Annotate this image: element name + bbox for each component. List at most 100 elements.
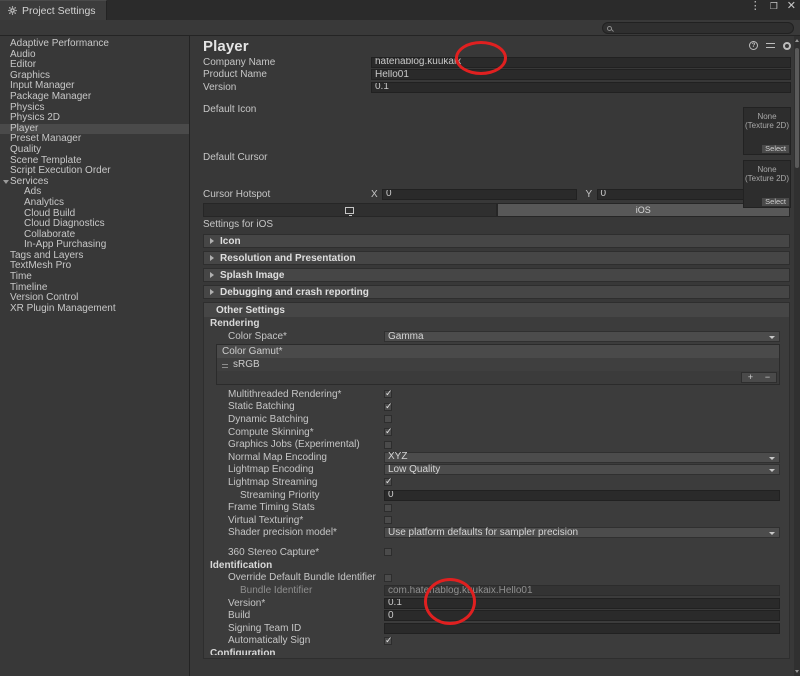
sidebar-item-adaptive-performance[interactable]: Adaptive Performance [0,38,189,50]
normal-map-encoding-dropdown[interactable]: XYZ [384,451,780,463]
chevron-right-icon [210,272,214,279]
default-cursor-label: Default Cursor [203,151,268,163]
identity-section: Company Name hatenablog.kuukaix Product … [191,56,800,208]
platform-tab-standalone[interactable] [203,203,497,218]
foldout-splash-image[interactable]: Splash Image [203,268,790,283]
panel-scrollbar[interactable] [794,36,800,676]
monitor-icon [345,206,355,217]
search-box[interactable] [602,22,794,34]
remove-button[interactable]: − [765,372,770,382]
sidebar-item-analytics[interactable]: Analytics [0,197,189,209]
default-cursor-row: Default Cursor [191,144,800,188]
automatically-sign-checkbox[interactable] [384,635,393,645]
color-gamut-add-remove[interactable]: + − [741,371,777,383]
cursor-hotspot-y-label: Y [585,188,593,200]
multithreaded-rendering-label: Multithreaded Rendering* [228,388,342,400]
360-stereo-capture-checkbox[interactable] [384,548,392,557]
build-input[interactable]: 0 [384,610,780,622]
settings-sidebar[interactable]: Adaptive Performance Audio Editor Graphics I… [0,36,190,676]
graphics-jobs-experimental-checkbox[interactable] [384,440,392,449]
product-name-row: Product Name Hello01 [191,69,800,82]
cursor-hotspot-x-input[interactable]: 0 [382,188,577,200]
panel-header-icons: ? [749,41,791,50]
close-icon[interactable]: ✕ [787,1,796,12]
add-button[interactable]: + [748,372,753,382]
default-icon-row: Default Icon [191,94,800,144]
signing-team-id-input[interactable] [384,622,780,634]
version-input[interactable]: 0.1 [371,81,791,93]
version-input[interactable]: 0.1 [384,597,780,609]
default-icon-object-field[interactable]: None (Texture 2D) Select [743,107,791,155]
color-gamut-label: Color Gamut* [217,344,779,358]
foldout-label: Resolution and Presentation [220,252,356,264]
frame-timing-stats-checkbox[interactable] [384,503,392,512]
frame-timing-stats-row: Frame Timing Stats [204,501,789,514]
chevron-right-icon [210,238,214,245]
color-gamut-item-label: sRGB [233,358,260,370]
bundle-identifier-input[interactable]: com.hatenablog.kuukaix.Hello01 [384,585,780,597]
default-icon-select-button[interactable]: Select [762,145,789,153]
automatically-sign-row: Automatically Sign [204,635,789,648]
color-space-dropdown[interactable]: Gamma [384,331,780,343]
streaming-priority-input[interactable]: 0 [384,489,780,501]
version-label: Version* [228,597,266,609]
object-none-line2: (Texture 2D) [744,121,789,130]
other-settings-header[interactable]: Other Settings [204,303,789,318]
multithreaded-rendering-row: Multithreaded Rendering* [204,388,789,401]
more-vertical-icon[interactable]: ⋮ [750,1,761,12]
foldout-debugging-and-crash-reporting[interactable]: Debugging and crash reporting [203,285,790,300]
version-row: Version* 0.1 [204,597,789,610]
chevron-down-icon[interactable] [3,179,9,184]
static-batching-row: Static Batching [204,401,789,414]
override-default-bundle-identifier-checkbox[interactable] [384,573,392,582]
default-cursor-object-field[interactable]: None (Texture 2D) Select [743,160,791,208]
product-name-input[interactable]: Hello01 [371,69,791,81]
window-controls: ⋮ ❐ ✕ [750,1,796,12]
foldout-label: Splash Image [220,269,285,281]
lightmap-encoding-dropdown[interactable]: Low Quality [384,464,780,476]
object-none-line1: None [757,165,777,174]
compute-skinning-label: Compute Skinning* [228,426,314,438]
lightmap-streaming-checkbox[interactable] [384,476,393,487]
default-cursor-select-button[interactable]: Select [762,198,789,206]
color-gamut-list[interactable]: Color Gamut* sRGB + − [216,343,780,385]
foldout-label: Icon [220,235,241,247]
drag-handle-icon[interactable] [222,363,228,365]
sidebar-list: Adaptive Performance Audio Editor Graphics I… [0,36,189,314]
default-icon-label: Default Icon [203,103,257,115]
search-icon [607,25,612,31]
lightmap-encoding-row: Lightmap Encoding Low Quality [204,464,789,477]
sidebar-item-package-manager[interactable]: Package Manager [0,91,189,103]
help-icon[interactable]: ? [749,41,758,50]
scroll-down-arrow[interactable] [795,670,799,673]
compute-skinning-checkbox[interactable] [384,426,393,437]
page-title: Player [203,38,249,55]
static-batching-checkbox[interactable] [384,401,393,411]
scrollbar-thumb[interactable] [795,48,799,168]
company-name-input[interactable]: hatenablog.kuukaix [371,56,791,68]
tab-label: Project Settings [22,4,96,17]
graphics-jobs-experimental-row: Graphics Jobs (Experimental) [204,438,789,451]
dynamic-batching-checkbox[interactable] [384,415,392,424]
preset-icon[interactable] [766,41,775,50]
dynamic-batching-row: Dynamic Batching [204,413,789,426]
shader-precision-model-label: Shader precision model* [228,527,337,539]
virtual-texturing-checkbox[interactable] [384,516,392,525]
shader-precision-model-dropdown[interactable]: Use platform defaults for sampler precis… [384,527,780,539]
tab-project-settings[interactable]: Project Settings [0,0,107,20]
search-input[interactable] [615,23,775,33]
sidebar-item-xr-plugin-management[interactable]: XR Plugin Management [0,303,189,315]
gear-icon[interactable] [783,41,791,50]
foldout-icon[interactable]: Icon [203,234,790,249]
platform-tabs[interactable]: iOS [203,203,790,218]
color-gamut-item[interactable]: sRGB [217,357,779,371]
sidebar-item-quality[interactable]: Quality [0,144,189,156]
cursor-hotspot-x-label: X [371,188,378,200]
normal-map-encoding-row: Normal Map Encoding XYZ [204,451,789,464]
multithreaded-rendering-checkbox[interactable] [384,388,393,399]
foldout-resolution-and-presentation[interactable]: Resolution and Presentation [203,251,790,266]
scroll-up-arrow[interactable] [795,39,799,42]
maximize-icon[interactable]: ❐ [770,1,778,12]
cursor-hotspot-row: Cursor Hotspot X 0 Y 0 [191,188,800,201]
virtual-texturing-label: Virtual Texturing* [228,514,304,526]
